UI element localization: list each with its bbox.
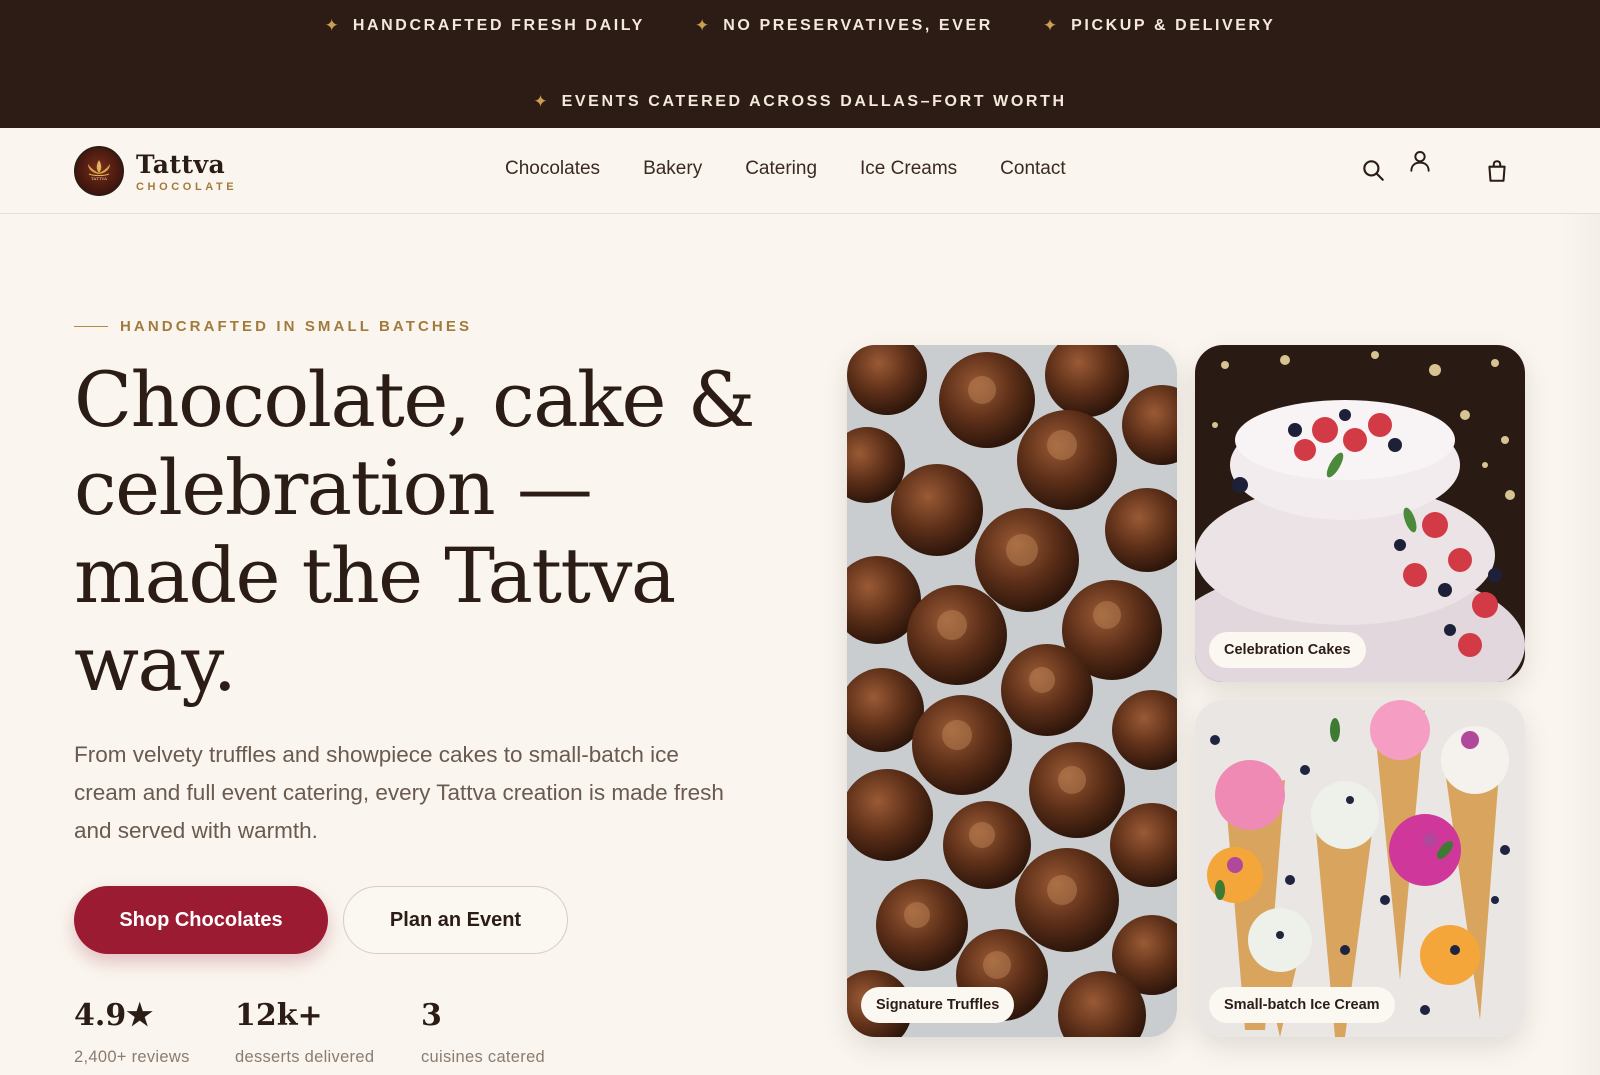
brand-logo[interactable]: TATTVA Tattva CHOCOLATE: [74, 146, 237, 196]
cakes-card[interactable]: Celebration Cakes: [1195, 345, 1525, 682]
image-caption: Celebration Cakes: [1209, 632, 1366, 668]
plan-event-button[interactable]: Plan an Event: [343, 886, 568, 954]
edge-fade: [1560, 214, 1600, 1075]
nav-bakery[interactable]: Bakery: [643, 158, 702, 180]
hero-eyebrow: HANDCRAFTED IN SMALL BATCHES: [74, 318, 472, 335]
announcement-item: ✦ PICKUP & DELIVERY: [1043, 16, 1275, 36]
sparkle-icon: ✦: [694, 16, 710, 35]
announcement-text: PICKUP & DELIVERY: [1071, 17, 1276, 34]
nav-chocolates[interactable]: Chocolates: [505, 158, 600, 180]
sparkle-icon: ✦: [533, 92, 548, 111]
announcement-text: NO PRESERVATIVES, EVER: [723, 17, 993, 34]
shopping-bag-icon[interactable]: [1484, 158, 1510, 184]
stat-label: 2,400+ reviews: [74, 1048, 190, 1066]
stat-delivered: 12k+ desserts delivered: [235, 998, 421, 1067]
account-icon[interactable]: [1407, 148, 1433, 174]
image-caption: Signature Truffles: [861, 987, 1015, 1023]
header-actions: [1360, 151, 1510, 188]
nav-ice-creams[interactable]: Ice Creams: [860, 158, 957, 180]
announcement-text: EVENTS CATERED ACROSS DALLAS–FORT WORTH: [561, 93, 1067, 110]
nav-contact[interactable]: Contact: [1000, 158, 1065, 180]
stat-label: desserts delivered: [235, 1048, 375, 1066]
shop-chocolates-button[interactable]: Shop Chocolates: [74, 886, 328, 954]
announcement-item: ✦ EVENTS CATERED ACROSS DALLAS–FORT WORT…: [533, 92, 1066, 112]
announcement-item: ✦ NO PRESERVATIVES, EVER: [695, 16, 993, 36]
headline-line: made the Tattva: [74, 531, 676, 620]
stat-value: 12k+: [235, 998, 323, 1033]
icecream-card[interactable]: Small-batch Ice Cream: [1195, 700, 1525, 1037]
site-header: TATTVA Tattva CHOCOLATE Chocolates Baker…: [0, 128, 1600, 214]
headline-line: Chocolate, cake &: [74, 355, 755, 444]
stat-rating: 4.9★ 2,400+ reviews: [74, 998, 235, 1067]
stat-label: cuisines catered: [421, 1048, 546, 1066]
lotus-icon: TATTVA: [88, 160, 110, 181]
image-caption: Small-batch Ice Cream: [1209, 987, 1395, 1023]
truffles-card[interactable]: Signature Truffles: [847, 345, 1177, 1037]
logo-name: Tattva: [136, 149, 226, 179]
headline-line: celebration —: [74, 443, 593, 532]
stat-value: 3: [421, 998, 442, 1033]
logo-subtitle: CHOCOLATE: [136, 180, 238, 193]
hero-headline: Chocolate, cake & celebration — made the…: [74, 356, 774, 708]
eyebrow-text: HANDCRAFTED IN SMALL BATCHES: [120, 318, 473, 335]
announcement-item: ✦ HANDCRAFTED FRESH DAILY: [325, 16, 645, 36]
truffles-image: [847, 345, 1177, 1037]
main-nav: Chocolates Bakery Catering Ice Creams Co…: [505, 158, 1066, 180]
announcement-bar: ✦ HANDCRAFTED FRESH DAILY ✦ NO PRESERVAT…: [0, 0, 1600, 128]
svg-text:TATTVA: TATTVA: [91, 176, 107, 181]
search-icon[interactable]: [1360, 157, 1386, 183]
headline-line: way.: [74, 619, 237, 708]
stat-cuisines: 3 cuisines catered: [421, 998, 545, 1067]
hero-stats: 4.9★ 2,400+ reviews 12k+ desserts delive…: [74, 998, 545, 1067]
announcement-text: HANDCRAFTED FRESH DAILY: [352, 17, 645, 34]
announcement-row: ✦ HANDCRAFTED FRESH DAILY ✦ NO PRESERVAT…: [0, 16, 1600, 36]
eyebrow-divider: [74, 326, 108, 327]
logo-text: Tattva CHOCOLATE: [136, 150, 237, 193]
sparkle-icon: ✦: [324, 16, 339, 35]
hero-subcopy: From velvety truffles and showpiece cake…: [74, 742, 724, 843]
logo-emblem-icon: TATTVA: [74, 146, 124, 196]
sparkle-icon: ✦: [1042, 16, 1058, 35]
nav-catering[interactable]: Catering: [745, 158, 817, 180]
announcement-row: ✦ EVENTS CATERED ACROSS DALLAS–FORT WORT…: [0, 92, 1600, 112]
stat-value: 4.9★: [74, 998, 154, 1033]
